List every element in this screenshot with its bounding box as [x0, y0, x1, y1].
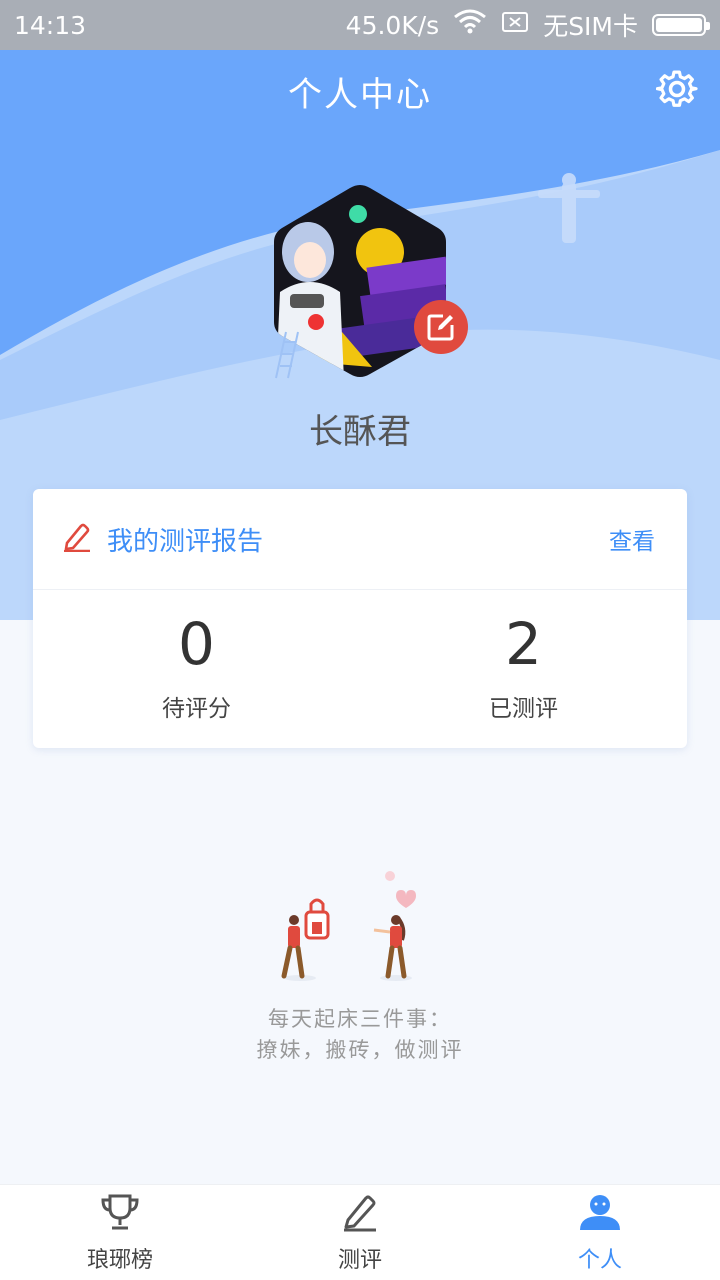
status-time: 14:13 — [14, 10, 87, 40]
report-title: 我的测评报告 — [107, 526, 264, 557]
edit-avatar-button[interactable] — [414, 300, 468, 354]
pencil-icon — [340, 1192, 380, 1236]
tab-profile[interactable]: 个人 — [480, 1185, 720, 1280]
battery-icon — [652, 14, 710, 36]
pencil-icon — [63, 522, 91, 556]
motto-line-2: 撩妹，搬砖，做测评 — [256, 1038, 464, 1062]
stat-value: 2 — [505, 609, 542, 678]
status-bar: 14:13 45.0K/s 无SIM卡 — [0, 0, 720, 50]
no-sim-icon — [501, 10, 529, 40]
stat-value: 0 — [178, 609, 215, 678]
gear-icon[interactable] — [655, 68, 698, 110]
bottom-tab-bar: 琅琊榜 测评 个人 — [0, 1184, 720, 1280]
stat-label: 待评分 — [162, 695, 231, 722]
title-bar: 个人中心 — [0, 50, 720, 132]
stat-label: 已测评 — [489, 695, 558, 722]
network-speed: 45.0K/s — [345, 10, 440, 40]
tab-review[interactable]: 测评 — [240, 1185, 480, 1280]
motto-line-1: 每天起床三件事： — [268, 1007, 452, 1031]
wifi-icon — [453, 9, 487, 41]
trophy-icon — [100, 1192, 140, 1236]
sim-status: 无SIM卡 — [543, 12, 638, 41]
empty-state-illustration — [270, 866, 430, 986]
stat-pending[interactable]: 0 待评分 — [33, 590, 360, 747]
report-card-header[interactable]: 我的测评报告 查看 — [33, 489, 687, 590]
avatar[interactable] — [272, 182, 448, 380]
view-report-link[interactable]: 查看 — [609, 522, 655, 556]
report-card: 我的测评报告 查看 0 待评分 2 已测评 — [33, 489, 687, 748]
stat-reviewed[interactable]: 2 已测评 — [360, 590, 687, 747]
username: 长酥君 — [309, 412, 411, 452]
tab-label: 个人 — [577, 1247, 622, 1273]
report-stats: 0 待评分 2 已测评 — [33, 590, 687, 747]
edit-icon — [427, 314, 454, 341]
page-title: 个人中心 — [288, 74, 432, 115]
person-icon — [578, 1192, 622, 1236]
tab-ranking[interactable]: 琅琊榜 — [0, 1185, 240, 1280]
tab-label: 测评 — [337, 1247, 382, 1273]
tab-label: 琅琊榜 — [86, 1247, 153, 1273]
